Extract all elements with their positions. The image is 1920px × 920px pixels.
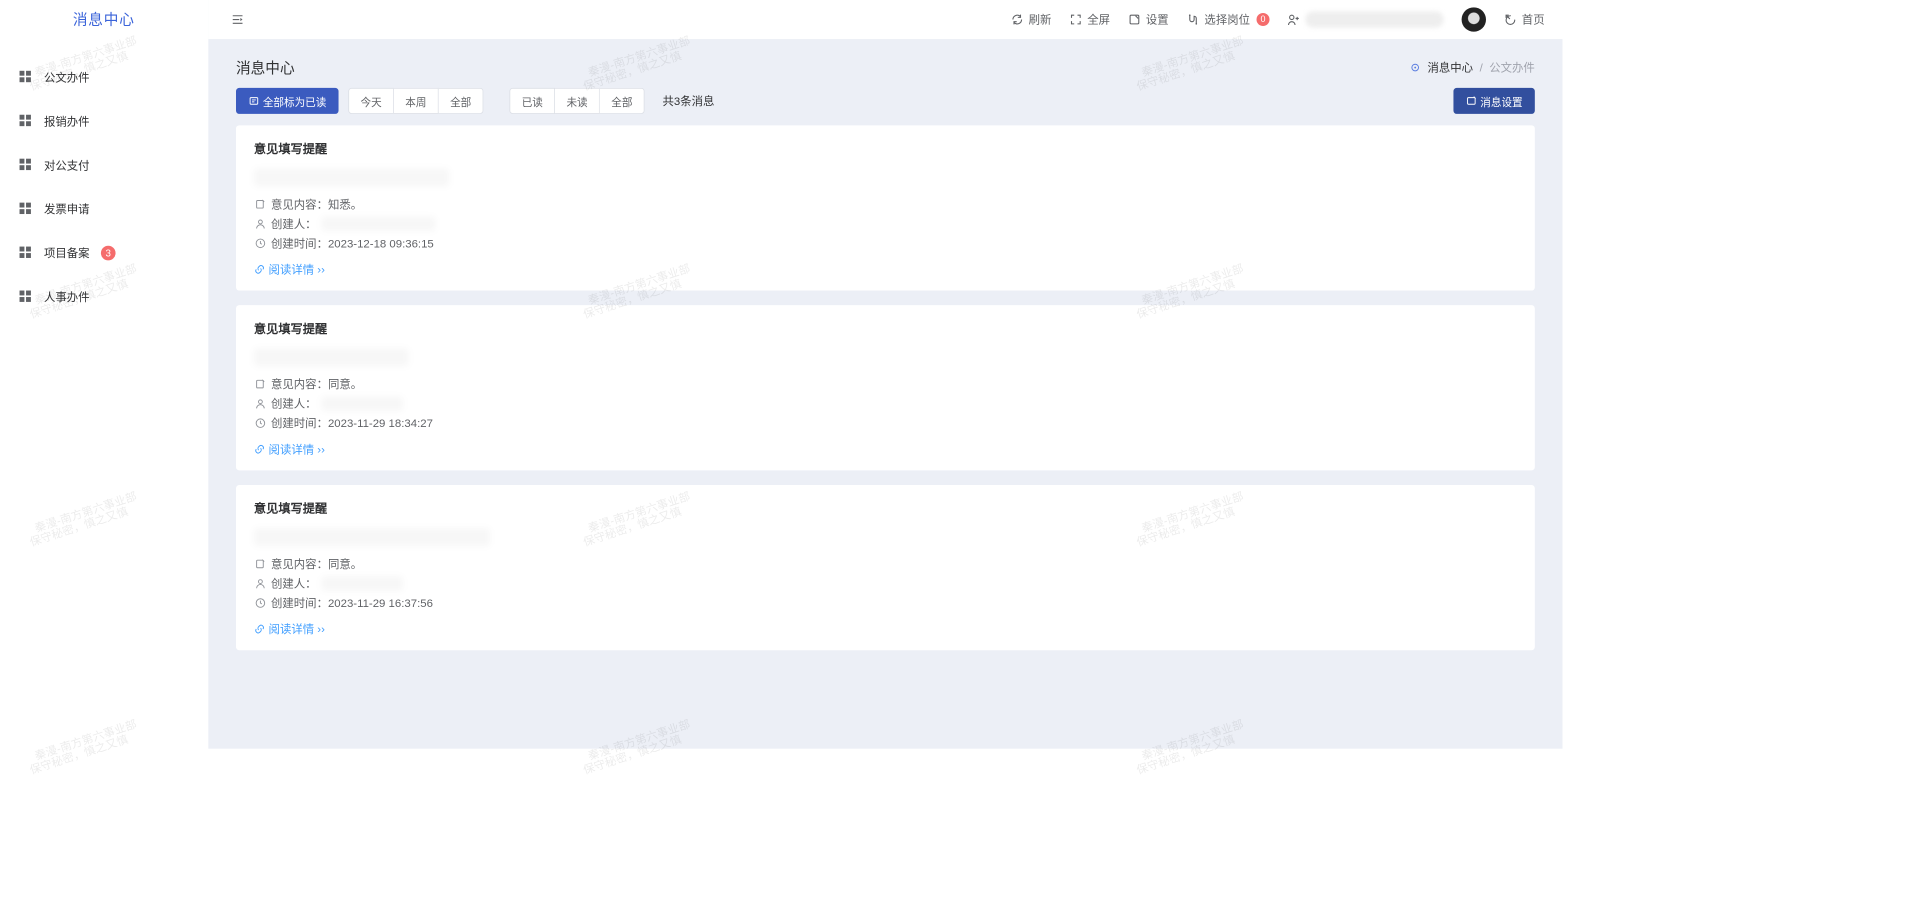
message-card: 意见填写提醒意见内容：同意。创建人： 创建时间：2023-11-29 18:34:… <box>236 305 1535 470</box>
fullscreen-label: 全屏 <box>1087 11 1110 27</box>
sidebar-badge: 3 <box>101 246 116 261</box>
refresh-button[interactable]: 刷新 <box>1011 11 1052 27</box>
collapse-sidebar-button[interactable] <box>226 8 249 31</box>
clock-icon <box>254 417 266 429</box>
sidebar-item-4[interactable]: 项目备案 3 <box>0 231 208 275</box>
message-creator: 创建人： <box>254 216 1517 232</box>
creator-masked <box>321 576 402 591</box>
user-icon <box>254 398 266 410</box>
role-name-masked <box>1305 11 1443 27</box>
settings-label: 设置 <box>1146 11 1169 27</box>
sidebar-menu: 公文办件报销办件对公支付发票申请项目备案 3 人事办件 <box>0 39 208 319</box>
read-more-link[interactable]: 阅读详情 ›› <box>254 441 325 457</box>
sidebar-item-3[interactable]: 发票申请 <box>0 187 208 231</box>
sidebar-item-label: 发票申请 <box>44 201 90 217</box>
time-filter-today[interactable]: 今天 <box>348 88 394 114</box>
select-post-button[interactable]: 选择岗位 0 <box>1187 11 1270 27</box>
message-opinion: 意见内容：同意。 <box>254 376 1517 392</box>
sidebar-item-2[interactable]: 对公支付 <box>0 143 208 187</box>
sidebar-item-1[interactable]: 报销办件 <box>0 99 208 143</box>
sidebar-item-label: 人事办件 <box>44 289 90 305</box>
sidebar-item-label: 对公支付 <box>44 157 90 173</box>
message-opinion: 意见内容：知悉。 <box>254 196 1517 212</box>
current-role[interactable] <box>1287 11 1443 27</box>
settings-button[interactable]: 设置 <box>1128 11 1169 27</box>
note-icon <box>254 198 266 210</box>
breadcrumb-sep: / <box>1480 61 1483 74</box>
topbar: 刷新 全屏 设置 选择岗位 0 <box>208 0 1562 39</box>
home-label: 首页 <box>1522 11 1545 27</box>
fullscreen-button[interactable]: 全屏 <box>1069 11 1110 27</box>
read-filter-read[interactable]: 已读 <box>509 88 555 114</box>
message-card: 意见填写提醒意见内容：知悉。创建人： 创建时间：2023-12-18 09:36:… <box>236 125 1535 290</box>
sidebar-item-label: 公文办件 <box>44 69 90 85</box>
grid-icon <box>20 115 33 128</box>
note-icon <box>254 378 266 390</box>
user-icon <box>254 218 266 230</box>
grid-icon <box>20 159 33 172</box>
mark-all-read-button[interactable]: 全部标为已读 <box>236 88 339 114</box>
location-icon <box>1410 62 1421 73</box>
time-filter-group: 今天 本周 全部 <box>348 88 483 114</box>
sidebar: 消息中心 公文办件报销办件对公支付发票申请项目备案 3 人事办件 <box>0 0 208 749</box>
home-button[interactable]: 首页 <box>1504 11 1545 27</box>
breadcrumb-current: 消息中心 <box>1427 59 1473 75</box>
avatar[interactable] <box>1462 7 1486 31</box>
clock-icon <box>254 237 266 249</box>
time-filter-all[interactable]: 全部 <box>439 88 484 114</box>
message-title: 意见填写提醒 <box>254 320 1517 337</box>
select-post-badge: 0 <box>1257 13 1270 26</box>
note-icon <box>254 558 266 570</box>
sidebar-item-5[interactable]: 人事办件 <box>0 275 208 319</box>
creator-masked <box>321 216 435 231</box>
message-settings-button[interactable]: 消息设置 <box>1453 88 1534 114</box>
message-created-at: 创建时间：2023-12-18 09:36:15 <box>254 235 1517 251</box>
sidebar-item-label: 项目备案 <box>44 245 90 261</box>
page-title: 消息中心 <box>236 57 295 78</box>
grid-icon <box>20 203 33 216</box>
message-created-at: 创建时间：2023-11-29 16:37:56 <box>254 595 1517 611</box>
message-title: 意见填写提醒 <box>254 140 1517 157</box>
message-subject-masked <box>254 348 409 366</box>
message-title: 意见填写提醒 <box>254 500 1517 517</box>
sidebar-item-0[interactable]: 公文办件 <box>0 55 208 99</box>
grid-icon <box>20 291 33 304</box>
read-filter-all[interactable]: 全部 <box>600 88 645 114</box>
breadcrumb: 消息中心 / 公文办件 <box>1410 59 1535 75</box>
grid-icon <box>20 247 33 260</box>
creator-masked <box>321 396 402 411</box>
user-icon <box>254 577 266 589</box>
breadcrumb-sub: 公文办件 <box>1489 59 1535 75</box>
read-more-link[interactable]: 阅读详情 ›› <box>254 261 325 277</box>
message-card: 意见填写提醒意见内容：同意。创建人： 创建时间：2023-11-29 16:37:… <box>236 485 1535 650</box>
read-more-link[interactable]: 阅读详情 ›› <box>254 621 325 637</box>
message-settings-label: 消息设置 <box>1480 93 1522 108</box>
message-created-at: 创建时间：2023-11-29 18:34:27 <box>254 415 1517 431</box>
time-filter-week[interactable]: 本周 <box>394 88 439 114</box>
sidebar-item-label: 报销办件 <box>44 113 90 129</box>
message-opinion: 意见内容：同意。 <box>254 556 1517 572</box>
message-creator: 创建人： <box>254 575 1517 591</box>
read-filter-group: 已读 未读 全部 <box>509 88 644 114</box>
refresh-label: 刷新 <box>1029 11 1052 27</box>
message-count: 共3条消息 <box>663 93 715 109</box>
message-creator: 创建人： <box>254 396 1517 412</box>
message-subject-masked <box>254 168 449 186</box>
clock-icon <box>254 597 266 609</box>
grid-icon <box>20 71 33 84</box>
message-subject-masked <box>254 528 490 546</box>
read-filter-unread[interactable]: 未读 <box>555 88 600 114</box>
select-post-label: 选择岗位 <box>1204 11 1250 27</box>
brand-title: 消息中心 <box>0 0 208 39</box>
mark-all-read-label: 全部标为已读 <box>263 93 326 108</box>
